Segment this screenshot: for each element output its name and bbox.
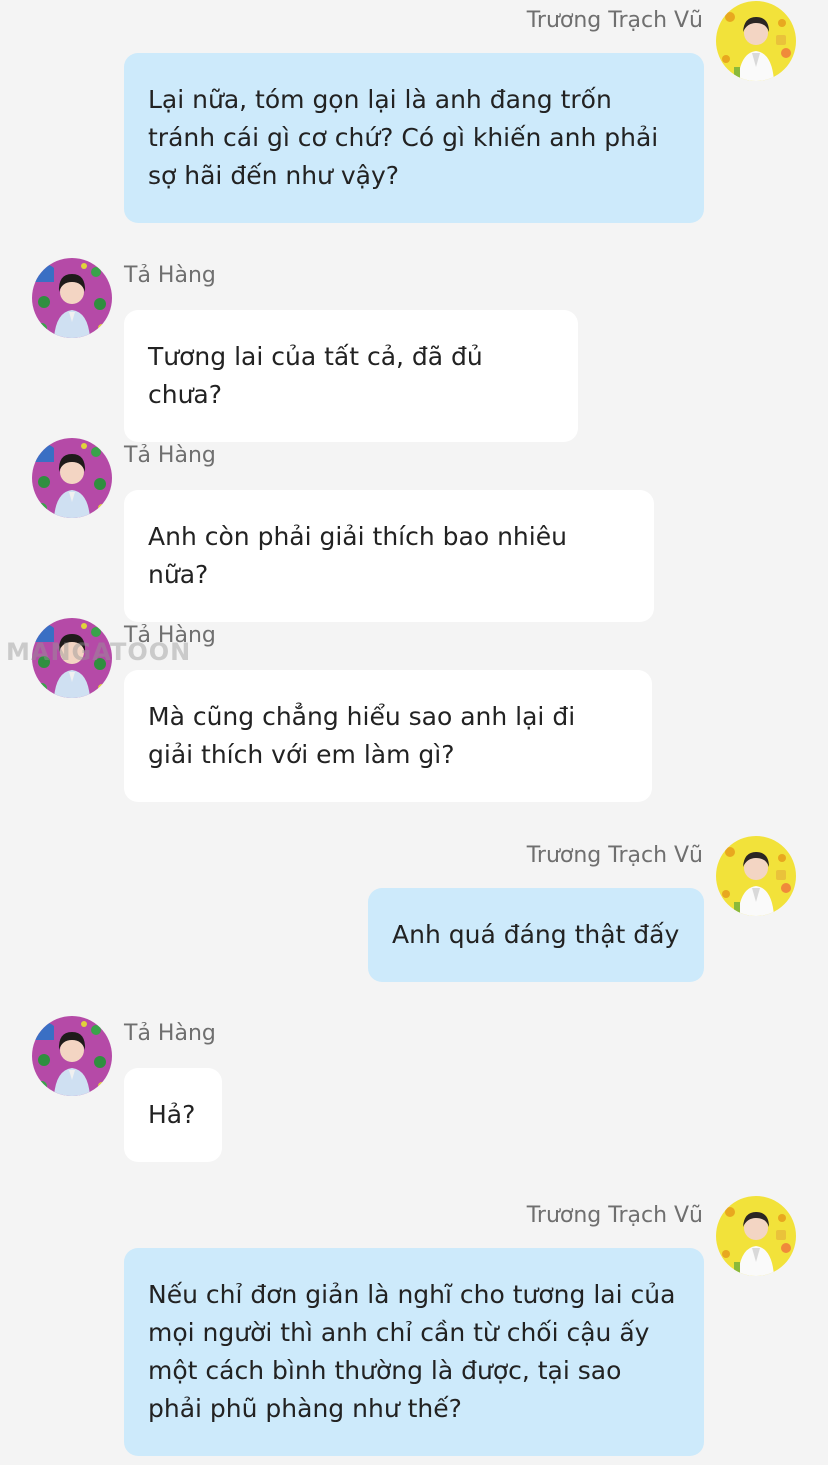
avatar[interactable] [32,258,112,338]
message-bubble: Lại nữa, tóm gọn lại là anh đang trốn tr… [124,53,704,223]
sender-name: Tả Hàng [124,263,216,288]
message-bubble: Anh quá đáng thật đấy [368,888,704,982]
sender-name: Trương Trạch Vũ [526,1203,703,1228]
message-bubble: Nếu chỉ đơn giản là nghĩ cho tương lai c… [124,1248,704,1456]
sender-name: Trương Trạch Vũ [526,843,703,868]
watermark: MANGATOON [6,638,192,666]
message-bubble: Hả? [124,1068,222,1162]
message-bubble: Anh còn phải giải thích bao nhiêu nữa? [124,490,654,622]
avatar[interactable] [32,1016,112,1096]
message-bubble: Mà cũng chẳng hiểu sao anh lại đi giải t… [124,670,652,802]
sender-name: Tả Hàng [124,1021,216,1046]
sender-name: Tả Hàng [124,443,216,468]
avatar[interactable] [716,1196,796,1276]
avatar[interactable] [32,438,112,518]
sender-name: Trương Trạch Vũ [526,8,703,33]
avatar[interactable] [716,1,796,81]
message-bubble: Tương lai của tất cả, đã đủ chưa? [124,310,578,442]
avatar[interactable] [716,836,796,916]
